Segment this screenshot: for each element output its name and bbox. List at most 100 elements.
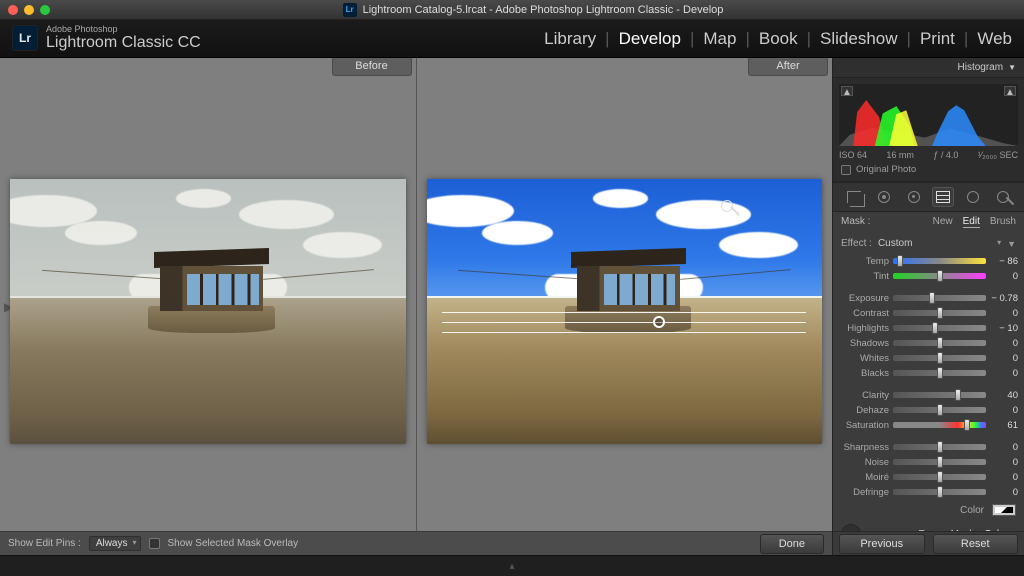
slider-thumb[interactable] (955, 389, 961, 401)
slider-track[interactable] (893, 459, 986, 465)
slider-track[interactable] (893, 355, 986, 361)
collapse-tri-icon[interactable]: ▼ (1007, 239, 1016, 249)
histogram-header[interactable]: Histogram ▼ (833, 58, 1024, 78)
exif-shutter: ¹⁄₂₀₀₀ SEC (978, 150, 1018, 160)
mask-mode-new[interactable]: New (933, 216, 953, 228)
slider-thumb[interactable] (937, 352, 943, 364)
slider-track[interactable] (893, 258, 986, 264)
slider-value[interactable]: 0 (990, 353, 1018, 364)
histogram-plot[interactable]: ▲ ▲ (839, 84, 1018, 146)
close-icon[interactable] (8, 5, 18, 15)
slider-track[interactable] (893, 295, 986, 301)
graduated-filter-tool[interactable] (932, 187, 954, 207)
slider-exposure: Exposure− 0.78 (839, 291, 1018, 305)
crop-tool[interactable] (843, 187, 865, 207)
slider-tint: Tint0 (839, 269, 1018, 283)
slider-track[interactable] (893, 489, 986, 495)
mask-overlay-checkbox[interactable] (149, 538, 160, 549)
separator: | (807, 29, 811, 49)
slider-track[interactable] (893, 422, 986, 428)
filmstrip-collapsed[interactable]: ▴ (0, 555, 1024, 576)
maximize-icon[interactable] (40, 5, 50, 15)
slider-thumb[interactable] (937, 404, 943, 416)
slider-label: Dehaze (839, 405, 889, 416)
slider-thumb[interactable] (937, 337, 943, 349)
module-slideshow[interactable]: Slideshow (820, 29, 898, 49)
radial-filter-tool[interactable] (962, 187, 984, 207)
graduated-filter-overlay[interactable] (442, 322, 806, 324)
highlight-clipping-icon[interactable]: ▲ (1004, 86, 1016, 96)
minimize-icon[interactable] (24, 5, 34, 15)
effect-preset-select[interactable]: Custom (878, 238, 1001, 249)
module-web[interactable]: Web (977, 29, 1012, 49)
spot-removal-tool[interactable] (873, 187, 895, 207)
slider-label: Shadows (839, 338, 889, 349)
slider-track[interactable] (893, 407, 986, 413)
original-photo-checkbox[interactable] (841, 165, 851, 175)
slider-value[interactable]: − 0.78 (990, 293, 1018, 304)
histogram-panel: ▲ ▲ ISO 64 16 mm ƒ / 4.0 ¹⁄₂₀₀₀ SEC Orig… (833, 78, 1024, 182)
slider-track[interactable] (893, 325, 986, 331)
workspace-toolbar: Show Edit Pins : Always Show Selected Ma… (0, 531, 832, 555)
slider-thumb[interactable] (937, 270, 943, 282)
chevron-down-icon: ▼ (1008, 63, 1016, 72)
after-label: After (748, 58, 828, 76)
slider-value[interactable]: 0 (990, 487, 1018, 498)
slider-value[interactable]: 0 (990, 457, 1018, 468)
slider-value[interactable]: − 86 (990, 256, 1018, 267)
adjustment-brush-tool[interactable] (992, 187, 1014, 207)
slider-thumb[interactable] (932, 322, 938, 334)
slider-value[interactable]: 0 (990, 308, 1018, 319)
reset-button[interactable]: Reset (933, 534, 1019, 554)
slider-thumb[interactable] (937, 456, 943, 468)
slider-track[interactable] (893, 310, 986, 316)
slider-value[interactable]: 0 (990, 338, 1018, 349)
slider-value[interactable]: 0 (990, 442, 1018, 453)
red-eye-tool[interactable] (903, 187, 925, 207)
slider-thumb[interactable] (937, 486, 943, 498)
slider-thumb[interactable] (929, 292, 935, 304)
slider-label: Defringe (839, 487, 889, 498)
show-edit-pins-select[interactable]: Always (89, 536, 141, 551)
slider-value[interactable]: 0 (990, 472, 1018, 483)
slider-track[interactable] (893, 340, 986, 346)
exif-aperture: ƒ / 4.0 (933, 150, 958, 160)
slider-thumb[interactable] (937, 471, 943, 483)
slider-track[interactable] (893, 273, 986, 279)
slider-track[interactable] (893, 392, 986, 398)
module-book[interactable]: Book (759, 29, 798, 49)
previous-button[interactable]: Previous (839, 534, 925, 554)
slider-thumb[interactable] (937, 307, 943, 319)
window-title: Lr Lightroom Catalog-5.lrcat - Adobe Pho… (50, 3, 1016, 17)
module-library[interactable]: Library (544, 29, 596, 49)
slider-value[interactable]: − 10 (990, 323, 1018, 334)
slider-thumb[interactable] (937, 367, 943, 379)
done-button[interactable]: Done (760, 534, 824, 554)
slider-value[interactable]: 40 (990, 390, 1018, 401)
slider-track[interactable] (893, 474, 986, 480)
module-print[interactable]: Print (920, 29, 955, 49)
slider-value[interactable]: 0 (990, 271, 1018, 282)
slider-value[interactable]: 61 (990, 420, 1018, 431)
slider-label: Whites (839, 353, 889, 364)
slider-track[interactable] (893, 444, 986, 450)
right-panel: Histogram ▼ ▲ ▲ ISO 64 16 mm ƒ / 4.0 ¹⁄₂… (832, 58, 1024, 555)
module-develop[interactable]: Develop (619, 29, 681, 49)
mask-mode-edit[interactable]: Edit (963, 216, 980, 228)
slider-thumb[interactable] (964, 419, 970, 431)
slider-value[interactable]: 0 (990, 368, 1018, 379)
app-name: Adobe Photoshop Lightroom Classic CC (46, 25, 201, 51)
before-pane[interactable] (0, 76, 417, 555)
mask-preview-icon[interactable] (841, 524, 861, 531)
module-map[interactable]: Map (703, 29, 736, 49)
show-edit-pins-label: Show Edit Pins : (8, 538, 81, 549)
after-pane[interactable] (417, 76, 833, 555)
slider-track[interactable] (893, 370, 986, 376)
slider-thumb[interactable] (937, 441, 943, 453)
slider-thumb[interactable] (897, 255, 903, 267)
shadow-clipping-icon[interactable]: ▲ (841, 86, 853, 96)
color-swatch[interactable] (992, 504, 1016, 516)
slider-value[interactable]: 0 (990, 405, 1018, 416)
mask-mode-brush[interactable]: Brush (990, 216, 1016, 228)
spot-removal-icon (878, 191, 890, 203)
